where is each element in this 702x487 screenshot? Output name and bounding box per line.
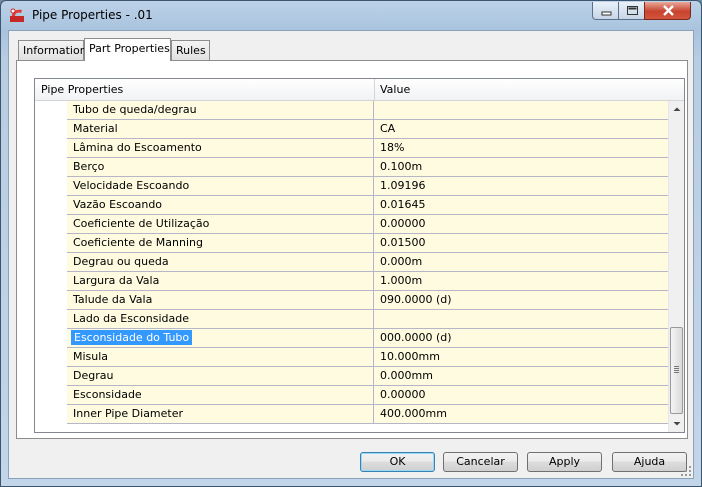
table-row-selected[interactable]: Esconsidade do Tubo 000.0000 (d) (35, 329, 669, 348)
minimize-button[interactable] (592, 2, 619, 20)
table-row[interactable]: Inner Pipe Diameter 400.000mm (35, 405, 669, 424)
property-name: Vazão Escoando (73, 198, 163, 211)
scroll-up-arrow-icon[interactable] (669, 101, 684, 117)
property-name: Coeficiente de Utilização (73, 217, 210, 230)
property-name: Lado da Esconsidade (73, 312, 189, 325)
property-value[interactable]: 090.0000 (d) (380, 293, 452, 306)
column-header-value[interactable]: Value (380, 83, 410, 96)
dialog-client-area: Information Part Properties Rules Pipe P… (8, 30, 694, 479)
table-row[interactable]: Esconsidade 0.00000 (35, 386, 669, 405)
table-row[interactable]: Degrau 0.000mm (35, 367, 669, 386)
property-name: Degrau ou queda (73, 255, 169, 268)
title-bar[interactable]: Pipe Properties - .01 (1, 1, 701, 29)
properties-grid: Pipe Properties Value Tubo de queda/degr… (34, 78, 685, 433)
close-button[interactable] (644, 2, 691, 20)
table-row[interactable]: Largura da Vala 1.000m (35, 272, 669, 291)
table-row[interactable]: Misula 10.000mm (35, 348, 669, 367)
table-row[interactable]: Coeficiente de Manning 0.01500 (35, 234, 669, 253)
property-value[interactable]: 0.00000 (380, 217, 426, 230)
tab-part-properties[interactable]: Part Properties (84, 38, 171, 61)
grid-header: Pipe Properties Value (35, 79, 684, 101)
app-icon (9, 7, 25, 23)
property-name: Largura da Vala (73, 274, 160, 287)
help-button[interactable]: Ajuda (612, 452, 687, 472)
property-value[interactable]: 0.000mm (380, 369, 433, 382)
property-value[interactable]: 1.000m (380, 274, 422, 287)
tab-information-label: Information (23, 44, 87, 57)
property-value[interactable]: CA (380, 122, 395, 135)
resize-grip-icon[interactable] (680, 465, 692, 477)
vertical-scrollbar[interactable] (668, 101, 684, 432)
property-value[interactable]: 18% (380, 141, 404, 154)
property-value[interactable]: 400.000mm (380, 407, 447, 420)
property-value[interactable]: 0.01500 (380, 236, 426, 249)
property-name: Coeficiente de Manning (73, 236, 203, 249)
table-row[interactable]: Tubo de queda/degrau (35, 101, 669, 120)
property-name: Talude da Vala (73, 293, 153, 306)
property-name: Tubo de queda/degrau (73, 103, 197, 116)
tab-information[interactable]: Information (18, 40, 87, 60)
table-row[interactable]: Talude da Vala 090.0000 (d) (35, 291, 669, 310)
property-value[interactable]: 10.000mm (380, 350, 440, 363)
property-value[interactable]: 1.09196 (380, 179, 426, 192)
scrollbar-thumb[interactable] (670, 327, 683, 414)
property-name: Material (73, 122, 118, 135)
table-row[interactable]: Lâmina do Escoamento 18% (35, 139, 669, 158)
property-value[interactable]: 0.000m (380, 255, 422, 268)
table-row[interactable]: Degrau ou queda 0.000m (35, 253, 669, 272)
window-title: Pipe Properties - .01 (32, 8, 153, 22)
property-value[interactable]: 0.00000 (380, 388, 426, 401)
tab-part-properties-label: Part Properties (89, 42, 170, 55)
tab-panel-part-properties: Pipe Properties Value Tubo de queda/degr… (16, 60, 688, 439)
column-header-pipe-properties[interactable]: Pipe Properties (41, 83, 123, 96)
maximize-button[interactable] (618, 2, 645, 20)
column-separator[interactable] (374, 79, 375, 100)
apply-button[interactable]: Apply (527, 452, 602, 472)
scroll-down-arrow-icon[interactable] (669, 416, 684, 432)
cancel-button[interactable]: Cancelar (443, 452, 518, 472)
property-value[interactable]: 000.0000 (d) (380, 331, 452, 344)
pipe-properties-dialog: Pipe Properties - .01 Information Part P… (0, 0, 702, 487)
property-value[interactable]: 0.100m (380, 160, 422, 173)
property-value[interactable]: 0.01645 (380, 198, 426, 211)
tab-rules-label: Rules (176, 44, 206, 57)
table-row[interactable]: Material CA (35, 120, 669, 139)
ok-button[interactable]: OK (360, 452, 435, 472)
table-row[interactable]: Vazão Escoando 0.01645 (35, 196, 669, 215)
property-name: Velocidade Escoando (73, 179, 190, 192)
property-name: Degrau (73, 369, 114, 382)
table-row[interactable]: Lado da Esconsidade (35, 310, 669, 329)
property-name: Inner Pipe Diameter (73, 407, 184, 420)
property-name: Misula (73, 350, 109, 363)
property-name: Lâmina do Escoamento (73, 141, 202, 154)
table-row[interactable]: Berço 0.100m (35, 158, 669, 177)
property-name-selected: Esconsidade do Tubo (71, 330, 193, 345)
tab-rules[interactable]: Rules (171, 40, 210, 60)
property-name: Berço (73, 160, 105, 173)
table-row[interactable]: Coeficiente de Utilização 0.00000 (35, 215, 669, 234)
table-row[interactable]: Velocidade Escoando 1.09196 (35, 177, 669, 196)
property-name: Esconsidade (73, 388, 142, 401)
